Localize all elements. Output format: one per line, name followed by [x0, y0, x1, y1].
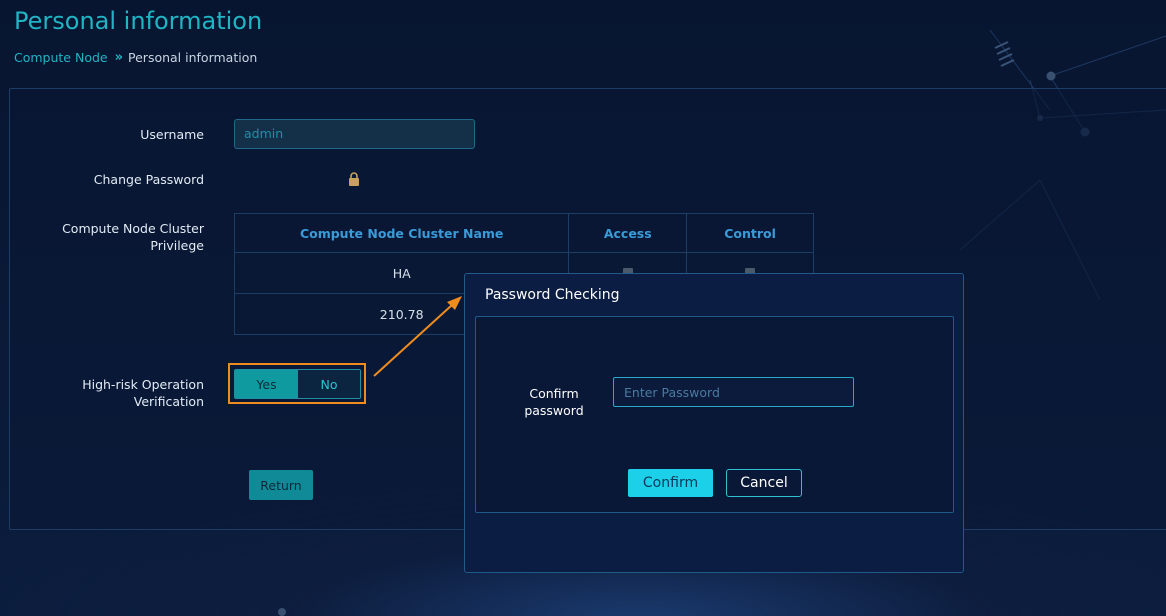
table-header-row: Compute Node Cluster Name Access Control: [233, 213, 814, 253]
lock-icon[interactable]: [348, 172, 360, 186]
username-label: Username: [140, 127, 204, 142]
column-header-cluster-name: Compute Node Cluster Name: [233, 213, 570, 253]
cluster-privilege-label: Compute Node Cluster Privilege: [62, 221, 204, 253]
breadcrumb: Compute Node » Personal information: [14, 50, 257, 65]
confirm-button[interactable]: Confirm: [628, 469, 713, 497]
high-risk-verification-label: High-risk Operation Verification: [82, 377, 204, 409]
high-risk-verification-toggle[interactable]: Yes No: [234, 369, 361, 399]
confirm-password-label: Confirm password: [524, 386, 584, 418]
dialog-title: Password Checking: [485, 287, 620, 303]
username-field[interactable]: admin: [234, 119, 475, 149]
breadcrumb-compute-node-link[interactable]: Compute Node: [14, 50, 108, 65]
return-button[interactable]: Return: [249, 470, 313, 500]
confirm-password-input[interactable]: [613, 377, 854, 407]
column-header-access: Access: [568, 213, 688, 253]
breadcrumb-separator-icon: »: [114, 50, 124, 65]
dialog-body: Confirm password Confirm Cancel: [475, 316, 954, 513]
column-header-control: Control: [686, 213, 814, 253]
page-title: Personal information: [14, 7, 263, 35]
password-checking-dialog: Password Checking Confirm password Confi…: [464, 273, 964, 573]
cancel-button[interactable]: Cancel: [726, 469, 802, 497]
toggle-no-option[interactable]: No: [298, 370, 360, 398]
toggle-yes-option[interactable]: Yes: [235, 370, 298, 398]
breadcrumb-current: Personal information: [128, 50, 258, 65]
change-password-label: Change Password: [93, 172, 204, 187]
